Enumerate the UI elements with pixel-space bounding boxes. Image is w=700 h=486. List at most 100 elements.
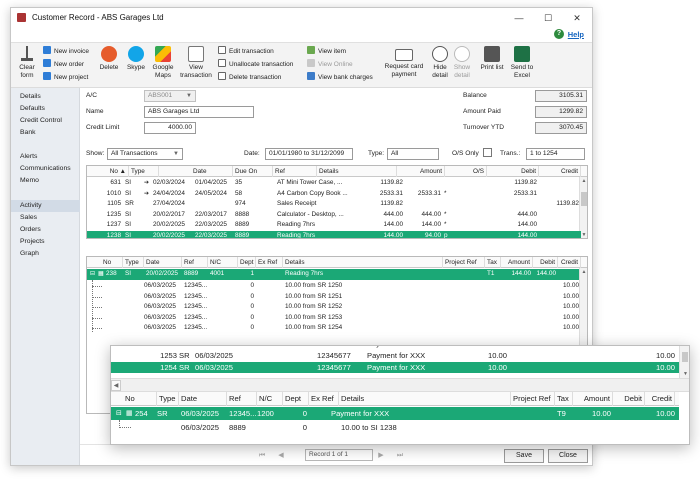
nav-sales[interactable]: Sales (11, 212, 80, 224)
new-invoice-button[interactable]: New invoice (43, 46, 89, 58)
type-field[interactable]: All (387, 148, 439, 160)
dcol-dept[interactable]: Dept (238, 257, 256, 268)
print-list-button[interactable]: Print list (478, 46, 506, 72)
nav-projects[interactable]: Projects (11, 236, 80, 248)
detail-parent-row[interactable]: ⊟ ▦ 238 SI 20/02/2025 8889 4001 1 Readin… (87, 269, 581, 280)
col-amount[interactable]: Amount (397, 166, 445, 177)
scroll-down-icon[interactable]: ▼ (680, 370, 689, 378)
nav-alerts[interactable]: Alerts (11, 151, 80, 163)
zcol-details[interactable]: Details (339, 392, 511, 406)
ac-field[interactable]: ABS001 ▼ (144, 90, 196, 102)
scroll-up-icon[interactable]: ▲ (580, 177, 587, 185)
allocation-row[interactable]: 06/03/2025 12345... 0 10.00 from SR 1254 10.… (87, 323, 581, 334)
zcol-type[interactable]: Type (157, 392, 179, 406)
date-range-field[interactable]: 01/01/1980 to 31/12/2099 (265, 148, 353, 160)
save-button[interactable]: Save (504, 449, 544, 463)
minimize-icon[interactable]: — (506, 11, 532, 25)
dcol-ref[interactable]: Ref (182, 257, 208, 268)
zcol-credit[interactable]: Credit (645, 392, 675, 406)
nav-credit-control[interactable]: Credit Control (11, 115, 80, 127)
zoom-child-row[interactable]: 06/03/2025 8889 0 10.00 to SI 1238 (111, 421, 679, 434)
dcol-credit[interactable]: Credit (558, 257, 581, 268)
credit-limit-field[interactable]: 4000.00 (144, 122, 196, 134)
col-date[interactable]: Date (191, 166, 233, 177)
allocation-row[interactable]: 06/03/2025 12345... 0 10.00 from SR 1253 10.… (87, 313, 581, 324)
transaction-row[interactable]: 1238 SI 20/02/2025 22/03/2025 8889 Reading 7h… (87, 230, 581, 238)
col-details[interactable]: Details (317, 166, 397, 177)
show-detail-button[interactable]: Show detail (452, 46, 472, 80)
dcol-details[interactable]: Details (283, 257, 443, 268)
col-due-on[interactable]: Due On (233, 166, 273, 177)
zcol-dept[interactable]: Dept (283, 392, 309, 406)
dcol-project-ref[interactable]: Project Ref (443, 257, 485, 268)
collapse-icon[interactable]: ⊟ (88, 269, 96, 279)
zcol-debit[interactable]: Debit (613, 392, 645, 406)
scroll-thumb[interactable] (682, 352, 688, 362)
delete-button[interactable]: Delete (98, 46, 120, 72)
allocation-row[interactable]: 06/03/2025 12345... 0 10.00 from SR 1251 10.… (87, 292, 581, 303)
scroll-left-icon[interactable]: ◀ (111, 380, 121, 391)
help-link[interactable]: Help (568, 30, 584, 39)
zoom-scrollbar[interactable]: ▼ (679, 346, 689, 378)
col-credit[interactable]: Credit (539, 166, 581, 177)
scroll-up-icon[interactable]: ▲ (580, 268, 587, 276)
hide-detail-button[interactable]: Hide detail (430, 46, 450, 80)
help-icon[interactable]: ? (554, 29, 564, 39)
dcol-nc[interactable]: N/C (208, 257, 238, 268)
os-only-checkbox[interactable] (483, 148, 492, 157)
close-button[interactable]: Close (548, 449, 588, 463)
record-counter[interactable]: Record 1 of 1 (305, 449, 373, 461)
delete-transaction-button[interactable]: Delete transaction (218, 72, 281, 84)
collapse-icon[interactable]: ⊟ (114, 407, 124, 420)
nav-activity[interactable]: Activity (11, 200, 80, 212)
scroll-thumb[interactable] (581, 192, 587, 206)
send-to-excel-button[interactable]: Send to Excel (508, 46, 536, 80)
unallocate-transaction-button[interactable]: Unallocate transaction (218, 59, 293, 71)
zcol-exref[interactable]: Ex Ref (309, 392, 339, 406)
allocation-row[interactable]: 06/03/2025 12345... 0 10.00 from SR 1250 10.… (87, 281, 581, 292)
nav-details[interactable]: Details (11, 91, 80, 103)
dcol-date[interactable]: Date (144, 257, 182, 268)
dcol-type[interactable]: Type (123, 257, 144, 268)
last-record-icon[interactable]: ⏭ (394, 450, 406, 462)
zcol-date[interactable]: Date (179, 392, 227, 406)
nav-memo[interactable]: Memo (11, 175, 80, 187)
transaction-row[interactable]: 1105 SR 27/04/2024 974 Sales Receipt 1139.82 1… (87, 199, 581, 210)
zcol-nc[interactable]: N/C (257, 392, 283, 406)
col-type[interactable]: Type (129, 166, 159, 177)
zoom-transaction-row[interactable]: 1254 SR 06/03/2025 12345677 Payment for XXX 1… (111, 362, 679, 373)
transaction-row[interactable]: 1010 SI ➔ 24/04/2024 24/05/2024 58 A4 Carbon C… (87, 189, 581, 200)
zcol-amount[interactable]: Amount (573, 392, 613, 406)
zcol-no[interactable]: No (123, 392, 157, 406)
edit-transaction-button[interactable]: Edit transaction (218, 46, 274, 58)
zcol-ref[interactable]: Ref (227, 392, 257, 406)
transaction-row[interactable]: 631 SI ➔ 02/03/2024 01/04/2025 35 AT Mini Towe… (87, 178, 581, 189)
view-item-button[interactable]: View item (307, 46, 346, 58)
zcol-project-ref[interactable]: Project Ref (511, 392, 555, 406)
clear-form-button[interactable]: Clear form (15, 46, 39, 80)
col-debit[interactable]: Debit (487, 166, 539, 177)
dcol-tax[interactable]: Tax (485, 257, 501, 268)
transaction-row[interactable]: 1237 SI 20/02/2025 22/03/2025 8889 Reading 7h… (87, 220, 581, 231)
dcol-exref[interactable]: Ex Ref (256, 257, 283, 268)
show-select[interactable]: All Transactions ▼ (107, 148, 183, 160)
view-online-button[interactable]: View Online (307, 59, 353, 71)
nav-bank[interactable]: Bank (11, 127, 80, 139)
dcol-debit[interactable]: Debit (533, 257, 558, 268)
col-ref[interactable]: Ref (273, 166, 317, 177)
new-order-button[interactable]: New order (43, 59, 84, 71)
zoom-parent-row[interactable]: ⊟ ▦ 254 SR 06/03/2025 12345... 1200 0 Pa… (111, 407, 679, 420)
dcol-no[interactable]: No (101, 257, 123, 268)
scroll-down-icon[interactable]: ▼ (580, 231, 587, 238)
zoom-transaction-row[interactable]: 1252SR06/03/202512345677Payment for XXX1… (111, 346, 679, 349)
nav-graph[interactable]: Graph (11, 248, 80, 260)
view-transaction-button[interactable]: View transaction (179, 46, 213, 80)
dcol-amount[interactable]: Amount (501, 257, 533, 268)
trans-range-field[interactable]: 1 to 1254 (526, 148, 585, 160)
zoom-transaction-row[interactable]: 1253 SR 06/03/2025 12345677 Payment for XXX 1… (111, 350, 679, 361)
close-icon[interactable]: ✕ (564, 11, 590, 25)
request-card-payment-button[interactable]: Request card payment (379, 46, 429, 79)
name-field[interactable]: ABS Garages Ltd (144, 106, 254, 118)
transaction-row[interactable]: 1235 SI 20/02/2017 22/03/2017 8888 Calculator… (87, 210, 581, 221)
allocation-row[interactable]: 06/03/2025 12345... 0 10.00 from SR 1252 10.… (87, 302, 581, 313)
